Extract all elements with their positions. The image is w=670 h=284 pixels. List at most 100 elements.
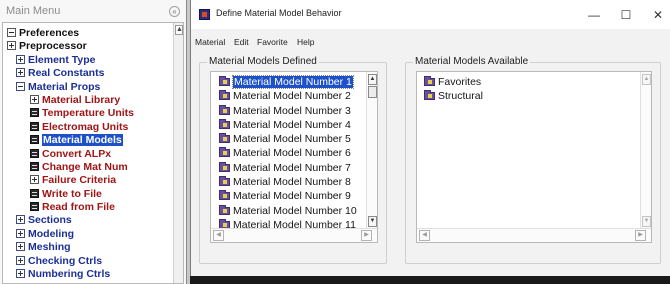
function-icon	[30, 148, 39, 158]
menu-item-material-models[interactable]: Material Models	[3, 134, 173, 147]
menu-item-sections[interactable]: Sections	[3, 214, 173, 227]
menu-item-preferences[interactable]: Preferences	[3, 27, 173, 40]
available-model-label: Favorites	[438, 76, 482, 88]
defined-model-item[interactable]: Material Model Number 8	[211, 175, 369, 189]
menu-item-failure-criteria[interactable]: Failure Criteria	[3, 174, 173, 187]
minimize-button[interactable]: —	[579, 4, 609, 26]
scroll-thumb[interactable]	[368, 86, 377, 98]
function-icon	[30, 161, 39, 171]
defined-model-label: Material Model Number 10	[233, 204, 357, 217]
menu-item-label: Temperature Units	[42, 107, 134, 120]
available-tree-vscroll[interactable]: ▲ ▼	[640, 72, 651, 230]
menu-item-numbering-ctrls[interactable]: Numbering Ctrls	[3, 268, 173, 281]
defined-model-item[interactable]: Material Model Number 9	[211, 189, 369, 203]
folder-icon	[424, 76, 435, 86]
defined-model-label: Material Model Number 4	[233, 118, 351, 131]
defined-model-label: Material Model Number 7	[233, 161, 351, 174]
folder-icon	[219, 118, 230, 129]
expand-icon	[30, 175, 39, 185]
function-icon	[30, 188, 39, 198]
scroll-up-arrow-icon[interactable]: ▲	[368, 74, 377, 85]
menu-item-convert-alpx[interactable]: Convert ALPx	[3, 148, 173, 161]
main-menu-title: Main Menu	[6, 5, 61, 17]
menu-item-read-from-file[interactable]: Read from File	[3, 201, 173, 214]
available-models-group: Material Models Available Favorites Struc…	[405, 56, 661, 264]
defined-model-item[interactable]: Material Model Number 3	[211, 104, 369, 118]
defined-list-vscroll[interactable]: ▲ ▼	[366, 72, 377, 230]
scroll-down-arrow-icon[interactable]: ▼	[368, 216, 377, 227]
defined-model-item[interactable]: Material Model Number 7	[211, 161, 369, 175]
menu-favorite[interactable]: Favorite	[257, 37, 288, 47]
available-model-item[interactable]: Structural	[417, 89, 575, 103]
scroll-down-arrow-icon[interactable]: ▼	[642, 216, 651, 227]
available-models-tree[interactable]: Favorites Structural ▲ ▼ ◀ ▶	[416, 71, 652, 243]
menu-item-real-constants[interactable]: Real Constants	[3, 67, 173, 80]
scroll-up-arrow-icon[interactable]: ▲	[642, 74, 651, 85]
defined-model-item[interactable]: Material Model Number 2	[211, 89, 369, 103]
menu-item-label: Convert ALPx	[42, 147, 112, 160]
dialog-menubar: Material Edit Favorite Help	[191, 35, 670, 48]
menu-item-label: Preferences	[19, 27, 80, 39]
defined-model-item[interactable]: Material Model Number 10	[211, 204, 369, 218]
menu-item-label: Electromag Units	[42, 120, 129, 133]
defined-model-label: Material Model Number 8	[233, 176, 351, 189]
menu-item-meshing[interactable]: Meshing	[3, 241, 173, 254]
menu-item-temperature-units[interactable]: Temperature Units	[3, 107, 173, 120]
maximize-button[interactable]: ☐	[611, 4, 641, 26]
menu-item-label: Sections	[28, 214, 72, 227]
defined-model-item[interactable]: Material Model Number 6	[211, 146, 369, 160]
folder-icon	[219, 161, 230, 172]
menu-edit[interactable]: Edit	[234, 37, 249, 47]
menu-item-label: Meshing	[28, 241, 71, 254]
defined-list-hscroll[interactable]: ◀ ▶	[211, 228, 377, 242]
expand-icon	[16, 255, 25, 265]
app-icon	[199, 9, 210, 20]
defined-model-label: Material Model Number 9	[233, 190, 351, 203]
dialog-title: Define Material Model Behavior	[216, 8, 342, 18]
menu-item-material-props[interactable]: Material Props	[3, 81, 173, 94]
available-tree-hscroll[interactable]: ◀ ▶	[417, 228, 651, 242]
main-menu-tree: Preferences Preprocessor Element Type Real …	[3, 27, 173, 281]
menu-help[interactable]: Help	[297, 37, 314, 47]
menu-item-label: Checking Ctrls	[28, 254, 103, 267]
scroll-up-arrow-icon[interactable]: ▲	[175, 25, 183, 35]
expand-icon	[30, 94, 39, 104]
menu-material[interactable]: Material	[195, 37, 225, 47]
available-models-title: Material Models Available	[413, 56, 531, 67]
main-menu-scrollbar[interactable]: ▲	[173, 23, 183, 283]
defined-model-label: Material Model Number 2	[233, 90, 351, 103]
menu-item-element-type[interactable]: Element Type	[3, 54, 173, 67]
defined-model-item[interactable]: Material Model Number 4	[211, 118, 369, 132]
menu-item-checking-ctrls[interactable]: Checking Ctrls	[3, 255, 173, 268]
available-models-rows: Favorites Structural	[417, 75, 575, 104]
defined-models-list[interactable]: Material Model Number 1 Material Model Nu…	[210, 71, 378, 243]
menu-item-electromag-units[interactable]: Electromag Units	[3, 121, 173, 134]
defined-models-group: Material Models Defined Material Model N…	[199, 56, 387, 264]
defined-model-item[interactable]: Material Model Number 1	[211, 75, 369, 89]
menu-item-modeling[interactable]: Modeling	[3, 228, 173, 241]
function-icon	[30, 108, 39, 118]
menu-item-write-to-file[interactable]: Write to File	[3, 188, 173, 201]
available-model-item[interactable]: Favorites	[417, 75, 575, 89]
defined-model-label: Material Model Number 5	[233, 133, 351, 146]
scroll-right-arrow-icon[interactable]: ▶	[635, 230, 646, 241]
close-button[interactable]: ✕	[643, 4, 670, 26]
folder-icon	[424, 90, 435, 101]
menu-item-label: Preprocessor	[19, 40, 87, 53]
scroll-left-arrow-icon[interactable]: ◀	[419, 230, 430, 241]
defined-model-item[interactable]: Material Model Number 5	[211, 132, 369, 146]
double-chevron-icon[interactable]: «	[169, 6, 180, 17]
scroll-left-arrow-icon[interactable]: ◀	[213, 230, 224, 241]
scroll-right-arrow-icon[interactable]: ▶	[361, 230, 372, 241]
menu-item-material-library[interactable]: Material Library	[3, 94, 173, 107]
main-menu-panel: Main Menu « Preferences Preprocessor Eleme…	[0, 0, 187, 284]
menu-item-label: Failure Criteria	[42, 174, 117, 187]
menu-item-change-mat-num[interactable]: Change Mat Num	[3, 161, 173, 174]
defined-model-label: Material Model Number 6	[233, 147, 351, 160]
menu-item-preprocessor[interactable]: Preprocessor	[3, 40, 173, 53]
expand-icon	[16, 68, 25, 78]
dialog-titlebar[interactable]: Define Material Model Behavior — ☐ ✕	[191, 0, 670, 29]
menu-item-label: Element Type	[28, 53, 96, 66]
expand-icon	[16, 228, 25, 238]
expand-icon	[16, 242, 25, 252]
